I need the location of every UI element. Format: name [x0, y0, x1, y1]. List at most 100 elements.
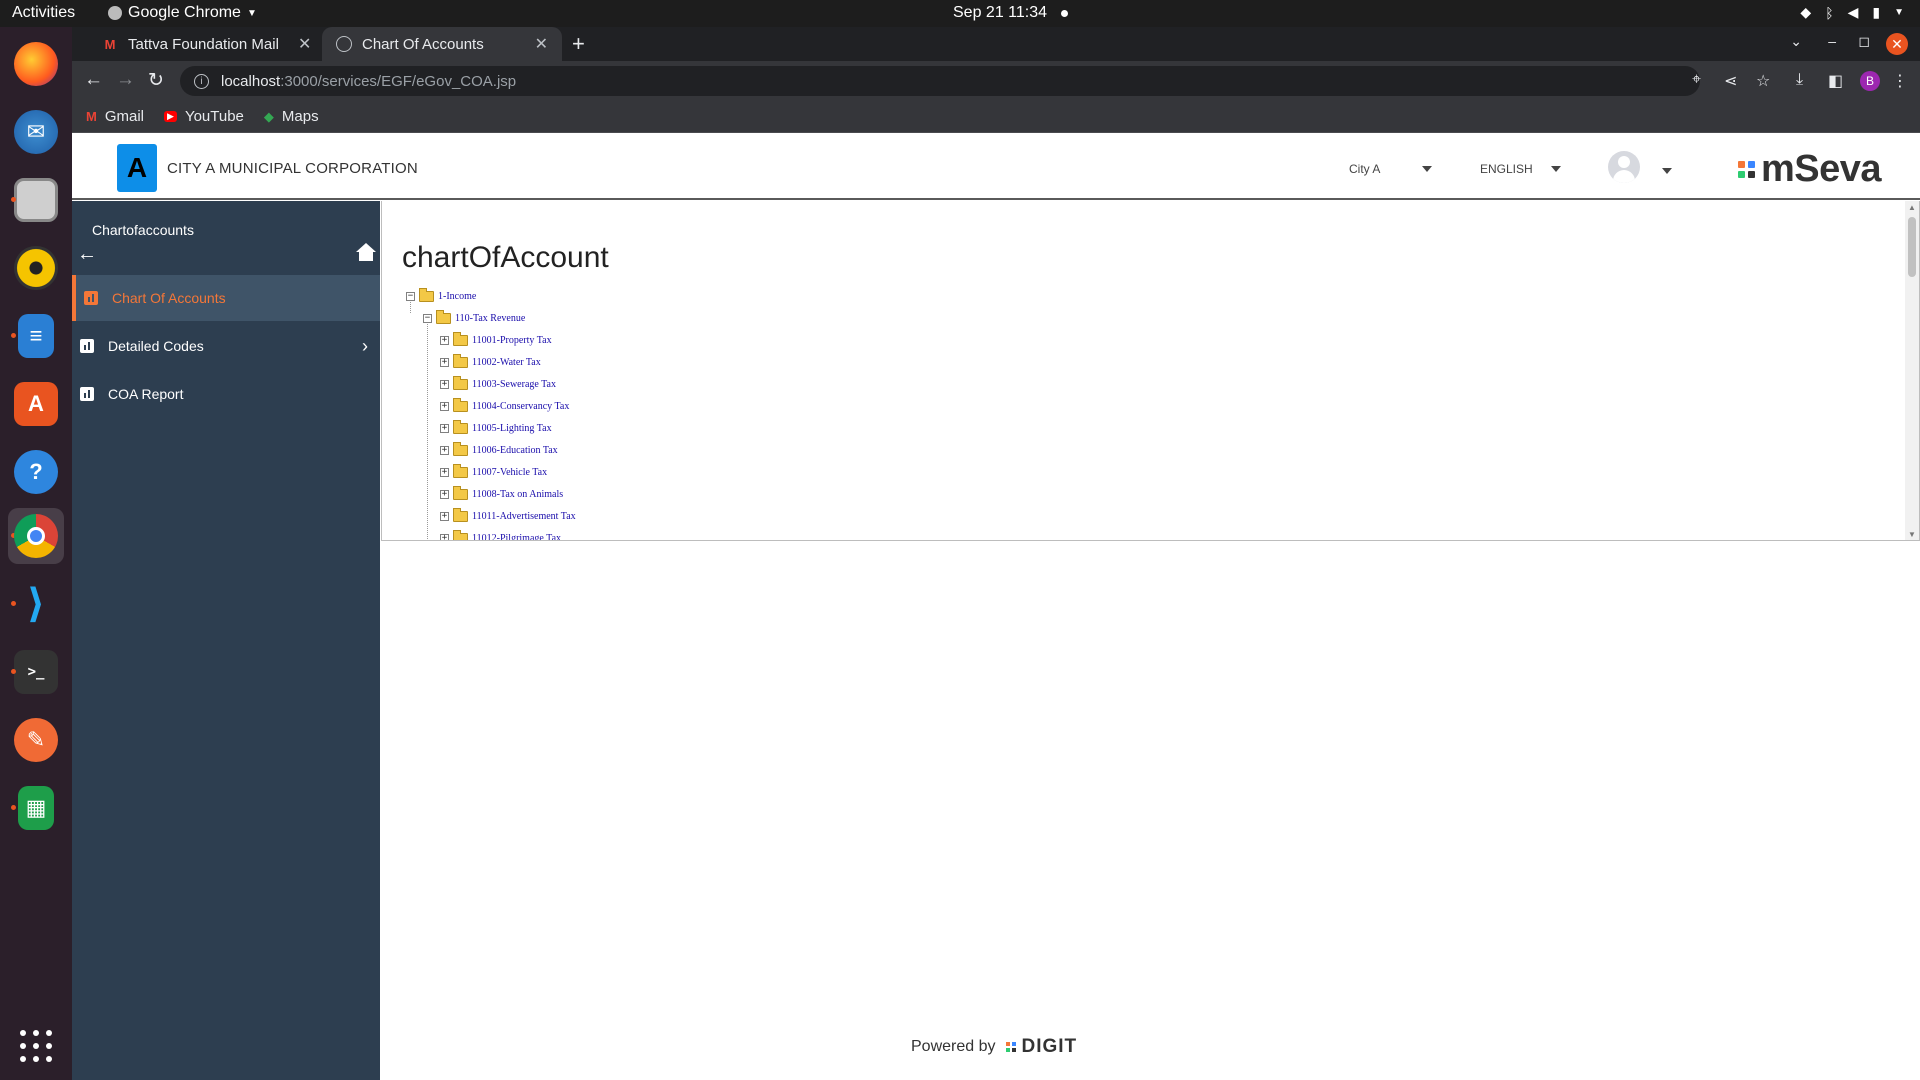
back-icon[interactable]: ← [84, 69, 103, 91]
menu-kebab-icon[interactable]: ⋮ [1892, 71, 1908, 91]
chrome-center-icon [27, 527, 45, 545]
reload-icon[interactable]: ↻ [148, 69, 164, 92]
scroll-thumb[interactable] [1908, 217, 1916, 277]
collapse-icon[interactable]: − [423, 313, 432, 323]
address-bar[interactable]: i localhost:3000/services/EGF/eGov_COA.j… [180, 66, 1700, 96]
tree-node-label[interactable]: 11003-Sewerage Tax [472, 379, 556, 390]
tree-node[interactable]: − 110-Tax Revenue [423, 309, 525, 327]
tree-node[interactable]: − 1-Income [406, 287, 476, 305]
collapse-icon[interactable]: − [406, 291, 415, 301]
chrome-launcher[interactable] [8, 508, 64, 564]
tree-node-label[interactable]: 11007-Vehicle Tax [472, 467, 547, 478]
download-icon[interactable]: ⤓ [1796, 71, 1803, 89]
side-panel-icon[interactable]: ◧ [1828, 71, 1843, 91]
drawing-launcher[interactable]: ✎ [8, 712, 64, 768]
tree-node[interactable]: +11008-Tax on Animals [440, 485, 563, 503]
forward-icon[interactable]: → [116, 69, 135, 91]
expand-icon[interactable]: + [440, 445, 449, 455]
firefox-launcher[interactable] [8, 36, 64, 92]
site-info-icon[interactable]: i [194, 73, 209, 89]
expand-icon[interactable]: + [440, 489, 449, 499]
expand-icon[interactable]: + [440, 379, 449, 389]
files-launcher[interactable] [8, 172, 64, 228]
mseva-wordmark: mSeva [1761, 148, 1882, 190]
language-dropdown[interactable]: ENGLISH [1480, 162, 1561, 176]
activities-button[interactable]: Activities [12, 4, 75, 22]
software-launcher[interactable]: A [8, 376, 64, 432]
calc-launcher[interactable]: ▦ [8, 780, 64, 836]
bookmark-youtube[interactable]: ▶ YouTube [164, 108, 244, 125]
tree-node-label[interactable]: 1-Income [438, 291, 476, 302]
vscode-launcher[interactable]: ⟩ [8, 576, 64, 632]
gmail-icon: M [104, 36, 116, 52]
expand-icon[interactable]: + [440, 335, 449, 345]
tree-node-label[interactable]: 11004-Conservancy Tax [472, 401, 569, 412]
back-arrow-icon[interactable]: ← [77, 243, 97, 266]
sidebar-item-coa-report[interactable]: COA Report [72, 371, 380, 417]
tree-node-label[interactable]: 11008-Tax on Animals [472, 489, 563, 500]
tree-node[interactable]: +11001-Property Tax [440, 331, 552, 349]
tab-chart-of-accounts[interactable]: Chart Of Accounts ✕ [322, 27, 562, 61]
tree-node[interactable]: +11007-Vehicle Tax [440, 463, 547, 481]
sidebar-item-chart-of-accounts[interactable]: Chart Of Accounts [72, 275, 380, 321]
app-menu[interactable]: Google Chrome ▼ [108, 4, 257, 22]
close-tab-icon[interactable]: ✕ [298, 34, 311, 54]
terminal-launcher[interactable]: >_ [8, 644, 64, 700]
rhythmbox-launcher[interactable] [8, 240, 64, 296]
home-icon[interactable] [356, 243, 376, 261]
scroll-up-icon[interactable]: ▲ [1908, 203, 1916, 212]
tree-node[interactable]: +11004-Conservancy Tax [440, 397, 569, 415]
tree-node[interactable]: +11002-Water Tax [440, 353, 541, 371]
share-icon[interactable]: ⋖ [1724, 71, 1737, 91]
new-tab-button[interactable]: + [572, 31, 585, 57]
bookmark-gmail[interactable]: M Gmail [86, 108, 144, 125]
url-host: localhost [221, 72, 281, 90]
expand-icon[interactable]: + [440, 423, 449, 433]
tree-node[interactable]: +11003-Sewerage Tax [440, 375, 556, 393]
vertical-scrollbar[interactable]: ▲ ▼ [1905, 201, 1919, 540]
location-icon[interactable]: ⌖ [1692, 71, 1701, 89]
tree-node-label[interactable]: 11002-Water Tax [472, 357, 541, 368]
tab-search-icon[interactable]: ⌄ [1790, 33, 1802, 50]
expand-icon[interactable]: + [440, 467, 449, 477]
expand-icon[interactable]: + [440, 533, 449, 540]
show-apps-icon[interactable] [20, 1030, 52, 1062]
tree-node-label[interactable]: 11005-Lighting Tax [472, 423, 552, 434]
help-launcher[interactable]: ? [8, 444, 64, 500]
tree-node-label[interactable]: 11006-Education Tax [472, 445, 558, 456]
tree-node[interactable]: +11011-Advertisement Tax [440, 507, 576, 525]
caret-down-icon [1422, 166, 1433, 172]
expand-icon[interactable]: + [440, 401, 449, 411]
tree-node[interactable]: +11012-Pilgrimage Tax [440, 529, 561, 541]
tree-node-label[interactable]: 11001-Property Tax [472, 335, 552, 346]
minimize-icon[interactable]: – [1828, 33, 1836, 49]
tab-strip: M Tattva Foundation Mail ✕ Chart Of Acco… [72, 27, 1920, 61]
tree-node[interactable]: +11005-Lighting Tax [440, 419, 552, 437]
sidebar-item-label: Detailed Codes [108, 338, 204, 354]
scroll-down-icon[interactable]: ▼ [1908, 530, 1916, 539]
user-avatar[interactable] [1608, 151, 1640, 183]
system-tray[interactable]: ◆ ᛒ ◀ ▮ ▼ [1800, 4, 1904, 21]
expand-icon[interactable]: + [440, 511, 449, 521]
wifi-icon: ◆ [1800, 4, 1812, 20]
tree-node-label[interactable]: 110-Tax Revenue [455, 313, 525, 324]
tree-node-label[interactable]: 11012-Pilgrimage Tax [472, 533, 561, 541]
bookmark-maps[interactable]: ◆ Maps [264, 108, 319, 125]
tree-node-label[interactable]: 11011-Advertisement Tax [472, 511, 576, 522]
running-indicator [11, 197, 16, 202]
city-dropdown[interactable]: City A [1349, 162, 1433, 176]
expand-icon[interactable]: + [440, 357, 449, 367]
bookmark-star-icon[interactable]: ☆ [1756, 71, 1770, 91]
sidebar-item-detailed-codes[interactable]: Detailed Codes › [72, 323, 380, 369]
youtube-icon: ▶ [164, 111, 177, 122]
thunderbird-launcher[interactable]: ✉ [8, 104, 64, 160]
close-tab-icon[interactable]: ✕ [535, 34, 548, 54]
vscode-icon: ⟩ [26, 582, 46, 626]
writer-launcher[interactable]: ≡ [8, 308, 64, 364]
clock[interactable]: Sep 21 11:34 [953, 4, 1069, 22]
caret-down-icon[interactable] [1662, 168, 1672, 174]
profile-avatar[interactable]: B [1860, 71, 1880, 91]
window-close-icon[interactable]: ✕ [1886, 33, 1908, 55]
restore-icon[interactable]: ◻ [1858, 33, 1870, 50]
tree-node[interactable]: +11006-Education Tax [440, 441, 558, 459]
